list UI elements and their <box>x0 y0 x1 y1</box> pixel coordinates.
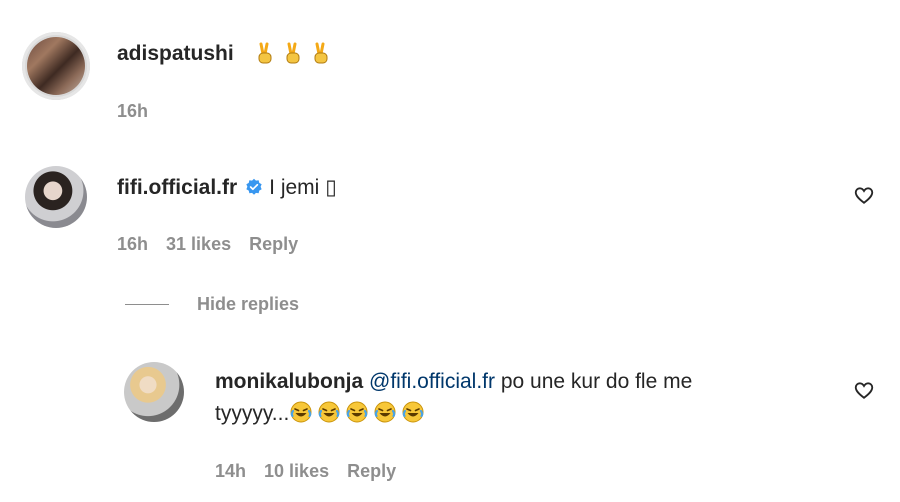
comment-meta: 16h <box>117 101 166 122</box>
reply-second-line: tyyyyy... <box>215 400 429 426</box>
victory-hand-icon <box>258 42 272 64</box>
divider-line <box>125 304 169 305</box>
username[interactable]: fifi.official.fr <box>117 176 237 199</box>
reply-button[interactable]: Reply <box>347 461 396 481</box>
like-heart-icon[interactable] <box>853 184 875 206</box>
laughing-tears-icon <box>318 401 340 423</box>
victory-hand-icon <box>286 42 300 64</box>
avatar[interactable] <box>22 32 90 100</box>
hide-replies-button[interactable]: Hide replies <box>125 294 299 315</box>
comment-time[interactable]: 16h <box>117 101 148 121</box>
reply-button[interactable]: Reply <box>249 234 298 254</box>
laughing-tears-icon <box>374 401 396 423</box>
username[interactable]: adispatushi <box>117 42 234 66</box>
hide-replies-label: Hide replies <box>197 294 300 314</box>
comment-meta: 16h 31 likes Reply <box>117 234 316 255</box>
username[interactable]: monikalubonja <box>215 370 363 393</box>
comment-time[interactable]: 16h <box>117 234 148 254</box>
likes-count[interactable]: 31 likes <box>166 234 231 254</box>
missing-glyph: ▯ <box>325 176 337 199</box>
laughing-tears-icon <box>402 401 424 423</box>
like-heart-icon[interactable] <box>853 379 875 401</box>
comment-text: I jemi ▯ <box>269 176 337 199</box>
laughing-tears-icon <box>346 401 368 423</box>
reply-first-line: monikalubonja @fifi.official.fr po une k… <box>215 370 692 394</box>
comment-text-line1: po une kur do fle me <box>495 370 693 393</box>
likes-count[interactable]: 10 likes <box>264 461 329 481</box>
comment-time[interactable]: 14h <box>215 461 246 481</box>
laughing-tears-icon <box>290 401 312 423</box>
comment-text-line2: tyyyyy... <box>215 402 290 425</box>
username-row: fifi.official.fr I jemi ▯ <box>117 175 337 200</box>
avatar[interactable] <box>25 166 87 228</box>
victory-hand-icon <box>314 42 328 64</box>
avatar[interactable] <box>124 362 184 422</box>
comment-text <box>253 41 337 67</box>
story-ring <box>22 32 90 100</box>
comment-meta: 14h 10 likes Reply <box>215 461 414 482</box>
mention-link[interactable]: @fifi.official.fr <box>369 370 495 393</box>
verified-badge-icon <box>246 178 262 195</box>
